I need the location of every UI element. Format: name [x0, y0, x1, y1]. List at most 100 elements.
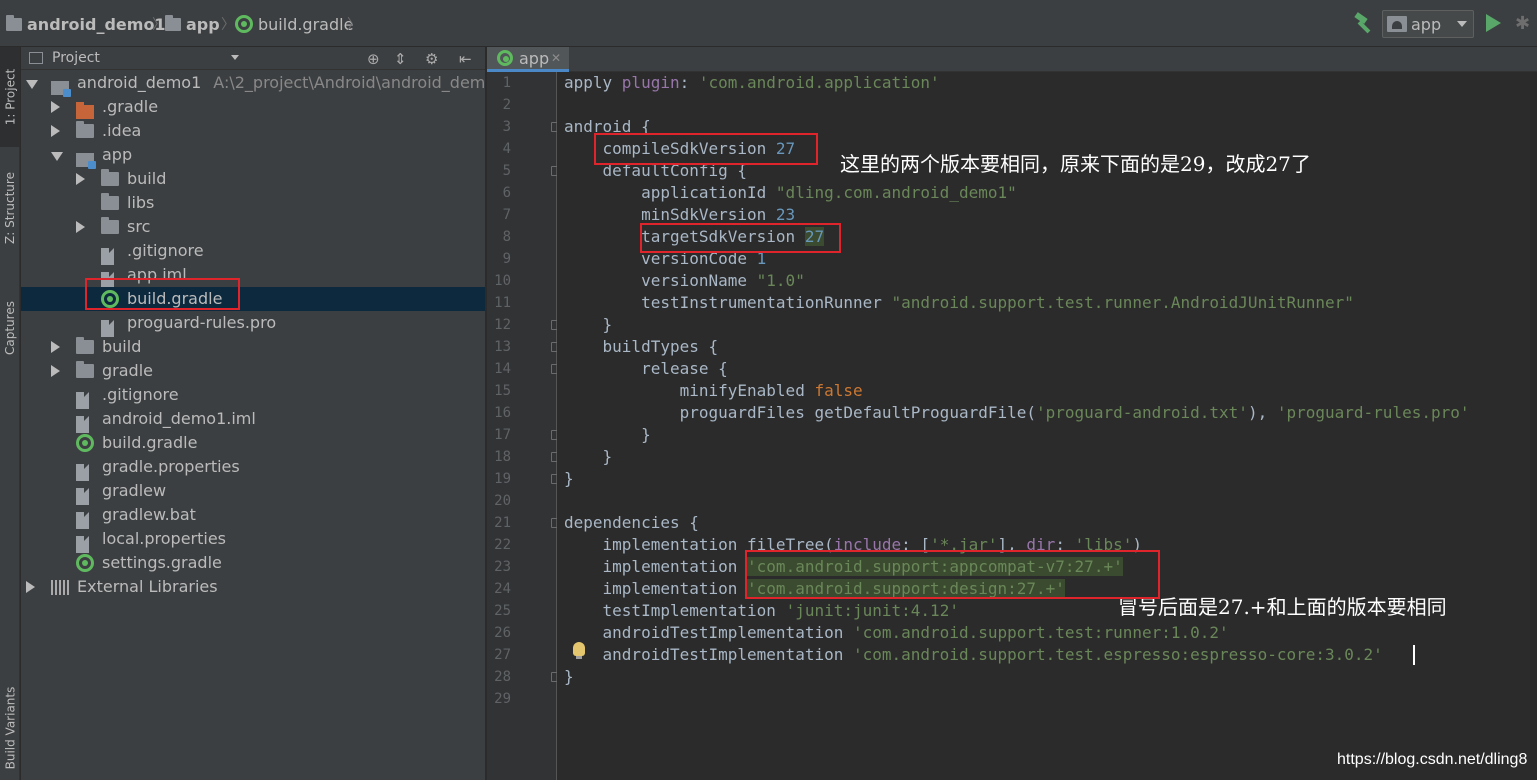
- code-line[interactable]: apply plugin: 'com.android.application': [564, 72, 940, 94]
- code-line[interactable]: applicationId "dling.com.android_demo1": [564, 182, 1017, 204]
- tree-item[interactable]: app: [21, 143, 485, 169]
- text-caret: [1413, 645, 1415, 665]
- tree-item-label: src: [127, 217, 151, 236]
- line-number: 8: [502, 229, 511, 245]
- tree-item[interactable]: build: [21, 335, 485, 359]
- line-number: 16: [494, 405, 511, 421]
- lightbulb-icon[interactable]: [573, 642, 585, 659]
- line-number: 29: [494, 691, 511, 707]
- debug-icon[interactable]: ✱: [1515, 13, 1530, 34]
- breadcrumb-separator: 〉: [221, 17, 235, 33]
- line-number: 13: [494, 339, 511, 355]
- tree-item[interactable]: build: [21, 167, 485, 191]
- tree-item[interactable]: gradlew.bat: [21, 503, 485, 529]
- tab-structure[interactable]: Z: Structure: [0, 155, 20, 260]
- build-hammer-icon[interactable]: [1352, 11, 1376, 35]
- close-icon[interactable]: ✕: [551, 51, 561, 65]
- tree-item[interactable]: proguard-rules.pro: [21, 311, 485, 337]
- tree-item[interactable]: src: [21, 215, 485, 239]
- code-line[interactable]: proguardFiles getDefaultProguardFile('pr…: [564, 402, 1470, 424]
- line-number: 26: [494, 625, 511, 641]
- libraries-icon: [51, 580, 69, 595]
- collapsed-arrow-icon[interactable]: [51, 341, 60, 353]
- collapsed-arrow-icon[interactable]: [76, 173, 85, 185]
- tab-project[interactable]: 1: Project: [0, 47, 20, 147]
- gear-icon[interactable]: ⚙: [425, 50, 438, 68]
- collapsed-arrow-icon[interactable]: [26, 581, 35, 593]
- code-line[interactable]: minifyEnabled false: [564, 380, 863, 402]
- editor-gutter: 1 2 3 4 5 6 7 8 9 10 11 12 13 14 15 16 17 18 19 20 21 22 23 24 2…: [487, 72, 560, 780]
- tree-item[interactable]: settings.gradle: [21, 551, 485, 575]
- collapse-all-icon[interactable]: ⇕: [394, 50, 407, 68]
- tab-captures[interactable]: Captures: [0, 283, 20, 373]
- code-line[interactable]: versionName "1.0": [564, 270, 805, 292]
- code-line[interactable]: release {: [564, 358, 728, 380]
- collapsed-arrow-icon[interactable]: [76, 221, 85, 233]
- tree-item[interactable]: gradle: [21, 359, 485, 383]
- code-line[interactable]: androidTestImplementation 'com.android.s…: [564, 622, 1229, 644]
- line-number: 3: [502, 119, 511, 135]
- folder-icon: [101, 193, 119, 210]
- code-line[interactable]: }: [564, 468, 574, 490]
- line-number: 23: [494, 559, 511, 575]
- folder-icon: [76, 361, 94, 378]
- tree-item[interactable]: android_demo1 A:\2_project\Android\androi…: [21, 71, 486, 97]
- code-editor[interactable]: apply plugin: 'com.android.application' a…: [557, 72, 1537, 780]
- module-folder-icon: [165, 14, 181, 31]
- line-number: 6: [502, 185, 511, 201]
- code-line[interactable]: }: [564, 446, 613, 468]
- tree-item[interactable]: .idea: [21, 119, 485, 143]
- run-icon[interactable]: [1486, 14, 1501, 32]
- expanded-arrow-icon[interactable]: [26, 80, 38, 89]
- annotation-note-sdk: 这里的两个版本要相同，原来下面的是29，改成27了: [840, 152, 1311, 176]
- tool-window-stripe: 1: Project Z: Structure Captures Build V…: [0, 47, 20, 780]
- tree-item[interactable]: External Libraries: [21, 575, 485, 599]
- code-line[interactable]: }: [564, 424, 651, 446]
- code-line[interactable]: dependencies {: [564, 512, 699, 534]
- tree-item[interactable]: gradlew: [21, 479, 485, 505]
- tree-item-label: build.gradle: [102, 433, 198, 452]
- collapsed-arrow-icon[interactable]: [51, 125, 60, 137]
- chevron-down-icon[interactable]: [231, 55, 239, 60]
- tab-build-variants[interactable]: Build Variants: [0, 675, 20, 780]
- tab-app-build-gradle[interactable]: app ✕: [487, 47, 569, 72]
- folder-icon: [101, 217, 119, 234]
- breadcrumb-file[interactable]: build.gradle: [235, 12, 353, 36]
- project-view-select[interactable]: Project: [52, 50, 100, 66]
- collapsed-arrow-icon[interactable]: [51, 101, 60, 113]
- tree-item-path: A:\2_project\Android\android_demo1: [213, 73, 486, 92]
- tree-item[interactable]: build.gradle: [21, 431, 485, 455]
- annotation-box-build-gradle: [85, 278, 240, 310]
- tree-item[interactable]: android_demo1.iml: [21, 407, 485, 433]
- tree-item-label: android_demo1 A:\2_project\Android\androi…: [77, 73, 486, 92]
- breadcrumb-module[interactable]: app: [165, 12, 220, 36]
- line-number: 2: [502, 97, 511, 113]
- locate-icon[interactable]: ⊕: [367, 50, 380, 68]
- line-number: 7: [502, 207, 511, 223]
- project-panel: Project ⊕ ⇕ ⚙ ⇤ android_demo1 A:\2_projec…: [21, 47, 486, 780]
- navigation-bar: android_demo1 〉 app 〉 build.gradle 〉 app…: [0, 0, 1537, 47]
- breadcrumb-project[interactable]: android_demo1: [6, 12, 166, 36]
- code-line[interactable]: }: [564, 666, 574, 688]
- run-configuration-select[interactable]: app: [1382, 10, 1474, 38]
- code-line[interactable]: testImplementation 'junit:junit:4.12': [564, 600, 959, 622]
- tree-item[interactable]: local.properties: [21, 527, 485, 553]
- tree-item[interactable]: gradle.properties: [21, 455, 485, 481]
- hide-panel-icon[interactable]: ⇤: [459, 50, 472, 68]
- line-number: 11: [494, 295, 511, 311]
- tree-item-label: build: [102, 337, 142, 356]
- tree-item[interactable]: .gitignore: [21, 239, 485, 265]
- code-line[interactable]: androidTestImplementation 'com.android.s…: [564, 644, 1383, 666]
- annotation-box-compile-sdk: [594, 133, 818, 165]
- collapsed-arrow-icon[interactable]: [51, 365, 60, 377]
- code-line[interactable]: testInstrumentationRunner "android.suppo…: [564, 292, 1354, 314]
- chevron-down-icon: [1457, 21, 1467, 27]
- tree-item[interactable]: .gradle: [21, 95, 485, 119]
- line-number: 15: [494, 383, 511, 399]
- module-icon: [51, 81, 71, 97]
- tree-item[interactable]: libs: [21, 191, 485, 215]
- tree-item[interactable]: .gitignore: [21, 383, 485, 409]
- code-line[interactable]: buildTypes {: [564, 336, 719, 358]
- code-line[interactable]: }: [564, 314, 613, 336]
- expanded-arrow-icon[interactable]: [51, 152, 63, 161]
